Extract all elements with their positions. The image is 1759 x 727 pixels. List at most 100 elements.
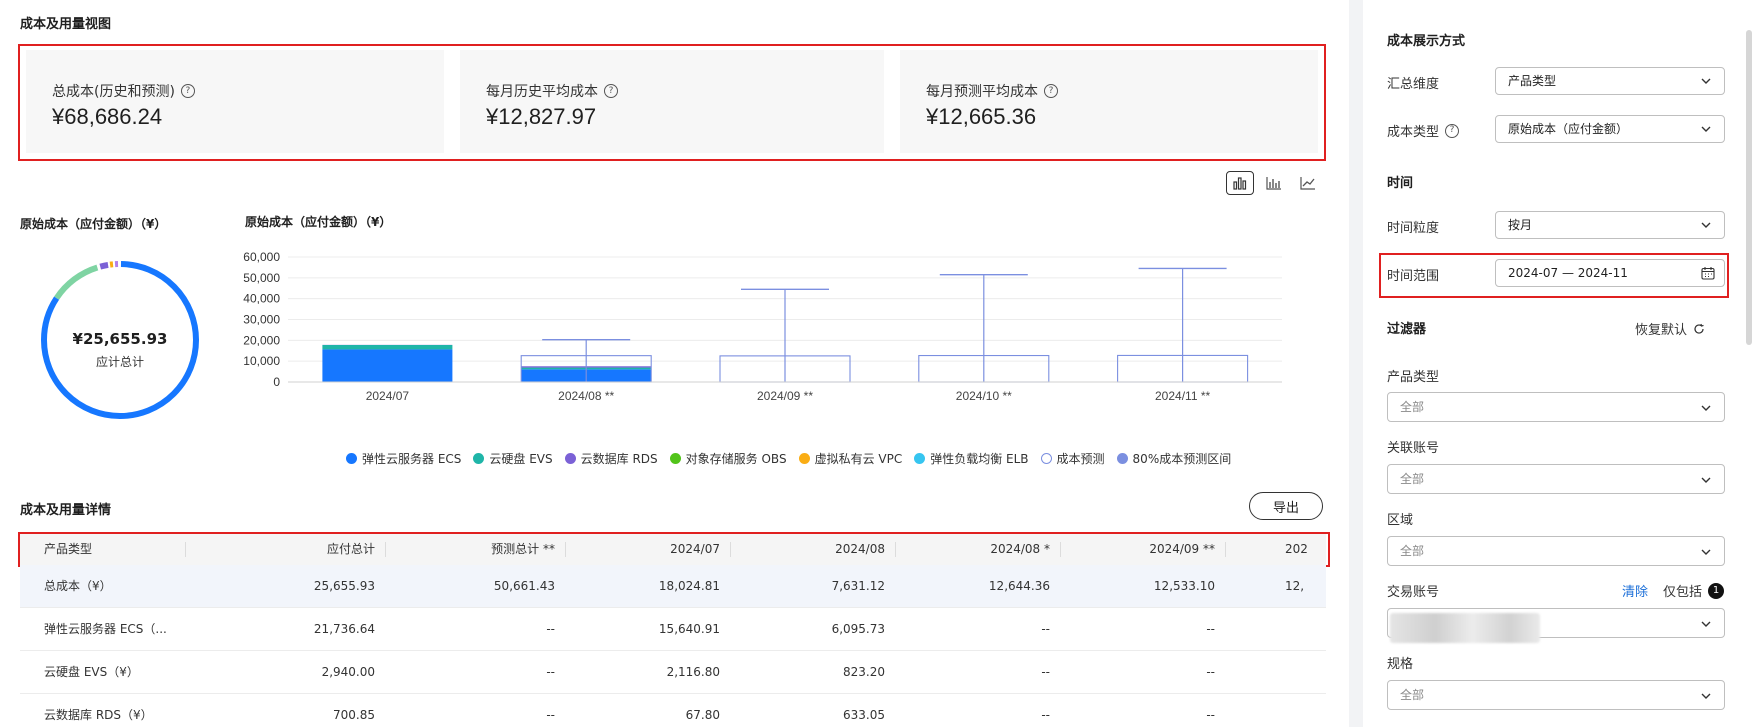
table-cell: 云硬盘 EVS（¥）	[44, 665, 139, 679]
help-icon[interactable]: ?	[604, 84, 618, 98]
table-cell: --	[1206, 665, 1215, 679]
table-cell: --	[1041, 622, 1050, 636]
table-cell	[1285, 651, 1345, 694]
cost-type-select[interactable]: 原始成本（应付金额）	[1495, 115, 1725, 143]
table-cell: 12,644.36	[988, 579, 1050, 593]
section-time-title: 时间	[1387, 176, 1414, 191]
cost-bar-chart: 60,000 50,000 40,000 30,000 20,000 10,000 0 202…	[243, 250, 1282, 403]
help-icon[interactable]: ?	[1044, 84, 1058, 98]
bar-chart-icon	[1266, 177, 1281, 190]
chart-view-switch	[1226, 171, 1322, 197]
export-button[interactable]: 导出	[1249, 492, 1323, 520]
kpi-card-total: 总成本(历史和预测)? ¥68,686.24	[26, 50, 444, 153]
table-row[interactable]: 云硬盘 EVS（¥） 2,940.00 -- 2,116.80 823.20 -- --	[20, 651, 1326, 694]
trade-account-label: 交易账号	[1387, 585, 1440, 600]
chevron-down-icon	[1701, 222, 1711, 228]
table-row[interactable]: 总成本（¥） 25,655.93 50,661.43 18,024.81 7,631.1…	[20, 565, 1326, 608]
x-tick-label: 2024/11 **	[1155, 389, 1210, 403]
table-header-highlight-box	[18, 532, 1330, 567]
linked-account-select[interactable]: 全部	[1387, 464, 1725, 494]
legend-label: 弹性云服务器 ECS	[362, 452, 462, 466]
table-row[interactable]: 弹性云服务器 ECS（... 21,736.64 -- 15,640.91 6,095.…	[20, 608, 1326, 651]
x-tick-label: 2024/09 **	[757, 389, 813, 403]
legend-label: 云数据库 RDS	[580, 452, 658, 466]
table-cell: --	[1041, 665, 1050, 679]
clear-link[interactable]: 清除	[1622, 581, 1648, 600]
chevron-down-icon	[1701, 549, 1711, 555]
kpi-label: 总成本(历史和预测)	[52, 84, 175, 100]
table-cell: 总成本（¥）	[44, 579, 112, 593]
redacted-account-chip[interactable]	[1390, 613, 1540, 643]
help-icon[interactable]: ?	[1445, 123, 1460, 138]
legend-dot	[564, 453, 576, 464]
table-cell: 25,655.93	[313, 579, 375, 593]
table-cell: 2,116.80	[666, 665, 720, 679]
product-type-filter-label: 产品类型	[1387, 370, 1440, 385]
legend-item-forecast[interactable]: 成本预测	[1040, 450, 1105, 467]
chevron-down-icon	[1701, 126, 1711, 132]
chevron-down-icon	[1701, 621, 1711, 627]
legend-item-rds[interactable]: 云数据库 RDS	[564, 450, 658, 467]
table-cell: 12,533.10	[1153, 579, 1215, 593]
region-label: 区域	[1387, 513, 1414, 528]
table-cell: 云数据库 RDS（¥）	[44, 708, 153, 722]
legend-item-forecast-range[interactable]: 80%成本预测区间	[1116, 450, 1231, 467]
select-value: 原始成本（应付金额）	[1508, 122, 1629, 136]
legend-label: 对象存储服务 OBS	[685, 452, 787, 466]
granularity-label: 时间粒度	[1387, 221, 1440, 236]
select-value: 全部	[1400, 400, 1425, 414]
table-cell: --	[546, 622, 555, 636]
table-cell: 633.05	[843, 708, 885, 722]
detail-section-title: 成本及用量详情	[20, 503, 112, 518]
panel-gutter	[1349, 0, 1363, 727]
legend-label: 虚拟私有云 VPC	[814, 452, 903, 466]
y-tick-label: 0	[273, 375, 280, 389]
table-cell: 弹性云服务器 ECS（...	[44, 622, 167, 636]
legend-dot	[473, 453, 485, 464]
select-value: 全部	[1400, 688, 1425, 702]
legend-dot	[798, 453, 810, 464]
legend-item-vpc[interactable]: 虚拟私有云 VPC	[798, 450, 903, 467]
time-range-highlight-box	[1379, 253, 1729, 298]
line-chart-icon	[1300, 177, 1315, 190]
product-type-filter-select[interactable]: 全部	[1387, 392, 1725, 422]
select-value: 按月	[1508, 218, 1533, 232]
y-tick-label: 40,000	[243, 292, 280, 306]
legend-dot	[669, 453, 681, 464]
bar-chart-title: 原始成本（应付金额）（¥）	[245, 215, 392, 229]
legend-item-elb[interactable]: 弹性负载均衡 ELB	[914, 450, 1029, 467]
grouped-bar-view-button[interactable]	[1260, 171, 1288, 195]
table-cell	[1285, 608, 1345, 651]
kpi-value: ¥12,665.36	[926, 104, 1037, 129]
region-select[interactable]: 全部	[1387, 536, 1725, 566]
stacked-bar-icon	[1233, 177, 1247, 190]
granularity-select[interactable]: 按月	[1495, 211, 1725, 239]
only-include-toggle[interactable]: 仅包括 1	[1663, 581, 1725, 600]
table-cell: 15,640.91	[658, 622, 720, 636]
sidebar-scrollbar[interactable]	[1746, 30, 1752, 345]
bar-segment	[322, 349, 453, 382]
select-value: 产品类型	[1508, 74, 1557, 88]
x-tick-label: 2024/08 **	[558, 389, 614, 403]
table-row[interactable]: 云数据库 RDS（¥） 700.85 -- 67.80 633.05 -- --	[20, 694, 1326, 727]
table-cell	[1285, 694, 1345, 727]
table-cell: 6,095.73	[831, 622, 885, 636]
legend-item-ecs[interactable]: 弹性云服务器 ECS	[346, 450, 461, 467]
y-tick-label: 20,000	[243, 333, 280, 347]
help-icon[interactable]: ?	[180, 84, 195, 98]
chart-legend: 弹性云服务器 ECS 云硬盘 EVS 云数据库 RDS 对象存储服务 OBS 虚…	[346, 450, 1231, 467]
stacked-bar-view-button[interactable]	[1226, 171, 1254, 195]
kpi-value: ¥68,686.24	[52, 104, 163, 129]
legend-item-evs[interactable]: 云硬盘 EVS	[473, 450, 553, 467]
line-view-button[interactable]	[1294, 171, 1322, 195]
summary-dimension-select[interactable]: 产品类型	[1495, 67, 1725, 95]
chevron-down-icon	[1701, 78, 1711, 84]
x-tick-label: 2024/07	[366, 389, 410, 403]
legend-dot	[914, 453, 926, 464]
table-cell: --	[1206, 708, 1215, 722]
table-cell: 823.20	[843, 665, 885, 679]
spec-select[interactable]: 全部	[1387, 680, 1725, 710]
legend-item-obs[interactable]: 对象存储服务 OBS	[669, 450, 787, 467]
reset-default-button[interactable]: 恢复默认	[1635, 319, 1705, 338]
chevron-down-icon	[1701, 405, 1711, 411]
